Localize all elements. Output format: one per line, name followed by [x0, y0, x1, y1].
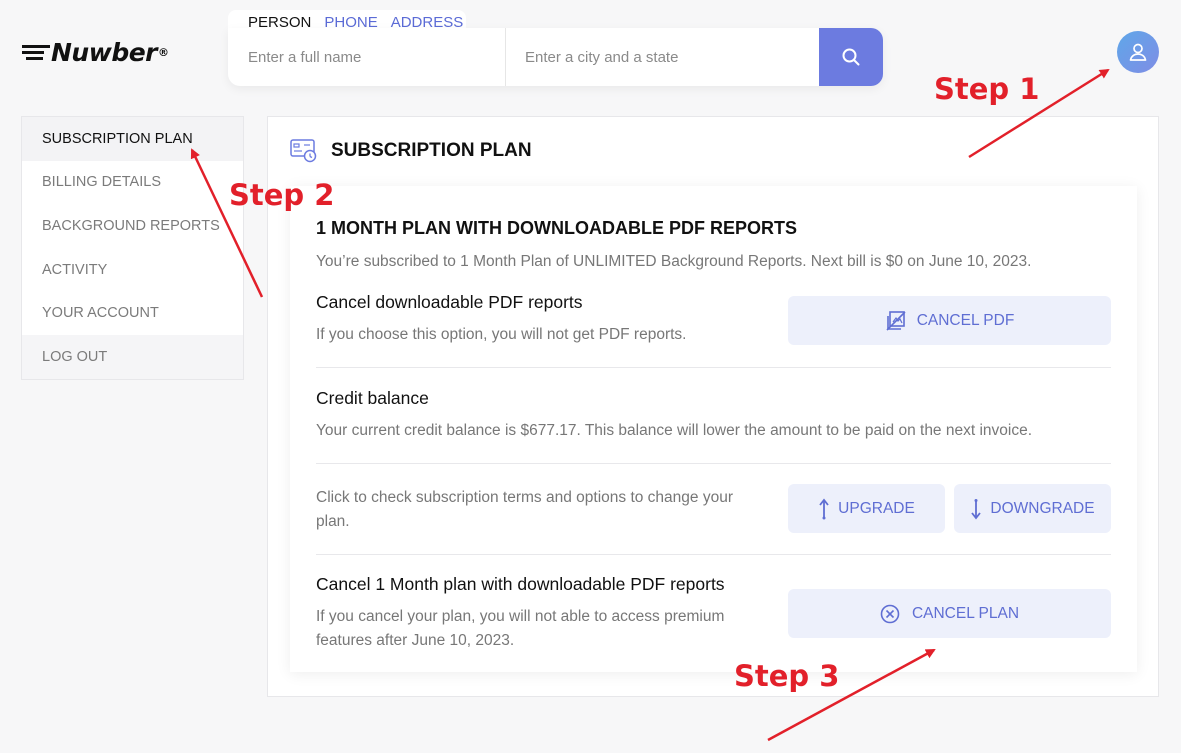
logo-speed-lines-icon — [22, 45, 50, 60]
step-3-label: Step 3 — [734, 659, 840, 693]
step-1-label: Step 1 — [934, 72, 1040, 106]
sidebar-item-log-out[interactable]: LOG OUT — [22, 334, 243, 379]
nuwber-logo[interactable]: Nuwber ® — [22, 38, 169, 67]
account-sidebar: SUBSCRIPTION PLAN BILLING DETAILS BACKGR… — [21, 116, 244, 380]
sidebar-item-billing-details[interactable]: BILLING DETAILS — [22, 161, 243, 205]
cancel-plan-line-2: features after June 10, 2023. — [316, 632, 515, 649]
arrow-down-icon — [971, 498, 982, 519]
page-title: SUBSCRIPTION PLAN — [331, 140, 532, 161]
cancel-plan-button[interactable]: CANCEL PLAN — [788, 589, 1111, 638]
sidebar-item-background-reports[interactable]: BACKGROUND REPORTS — [22, 204, 243, 248]
subscription-terms-text: Click to check subscription terms and op… — [316, 486, 756, 534]
cancel-pdf-button[interactable]: CANCEL PDF — [788, 296, 1111, 345]
sidebar-item-activity[interactable]: ACTIVITY — [22, 248, 243, 292]
credit-balance-title: Credit balance — [316, 388, 429, 408]
sidebar-item-subscription-plan[interactable]: SUBSCRIPTION PLAN — [22, 117, 243, 161]
logo-text: Nuwber — [51, 38, 158, 67]
plan-title: 1 MONTH PLAN WITH DOWNLOADABLE PDF REPOR… — [316, 218, 797, 238]
subscription-card-icon — [290, 139, 317, 163]
cancel-plan-title: Cancel 1 Month plan with downloadable PD… — [316, 574, 725, 594]
divider — [316, 463, 1111, 464]
arrow-up-icon — [819, 498, 829, 519]
credit-balance-text: Your current credit balance is $677.17. … — [316, 422, 1033, 439]
divider — [316, 367, 1111, 368]
step-2-label: Step 2 — [229, 178, 335, 212]
subscription-panel: SUBSCRIPTION PLAN 1 MONTH PLAN WITH DOWN… — [267, 116, 1159, 697]
cancel-plan-label: CANCEL PLAN — [911, 604, 1020, 622]
downgrade-button[interactable]: DOWNGRADE — [954, 484, 1111, 533]
plan-subscription-info: You’re subscribed to 1 Month Plan of UNL… — [316, 253, 1032, 270]
cancel-plan-line-1: If you cancel your plan, you will not ab… — [316, 608, 725, 625]
close-circle-icon — [880, 604, 900, 623]
search-bar — [228, 28, 883, 86]
search-icon — [842, 48, 860, 66]
downgrade-label: DOWNGRADE — [990, 499, 1095, 517]
city-state-input[interactable] — [506, 28, 819, 86]
full-name-input[interactable] — [228, 28, 506, 86]
panel-header: SUBSCRIPTION PLAN — [290, 139, 532, 163]
subscription-terms-line-1: Click to check subscription terms and op… — [316, 489, 733, 506]
search-button[interactable] — [819, 28, 883, 86]
cancel-pdf-text: If you choose this option, you will not … — [316, 326, 687, 343]
cancel-pdf-title: Cancel downloadable PDF reports — [316, 292, 583, 312]
upgrade-button[interactable]: UPGRADE — [788, 484, 945, 533]
cancel-plan-text: If you cancel your plan, you will not ab… — [316, 605, 756, 653]
cancel-pdf-label: CANCEL PDF — [916, 311, 1015, 329]
divider — [316, 554, 1111, 555]
user-avatar-button[interactable] — [1117, 31, 1159, 73]
registered-mark: ® — [158, 46, 169, 59]
user-icon — [1129, 43, 1147, 61]
sidebar-item-your-account[interactable]: YOUR ACCOUNT — [22, 291, 243, 335]
subscription-terms-line-2: plan. — [316, 513, 350, 530]
upgrade-label: UPGRADE — [838, 499, 915, 517]
no-pdf-icon — [886, 310, 906, 331]
plan-card: 1 MONTH PLAN WITH DOWNLOADABLE PDF REPOR… — [290, 186, 1137, 672]
